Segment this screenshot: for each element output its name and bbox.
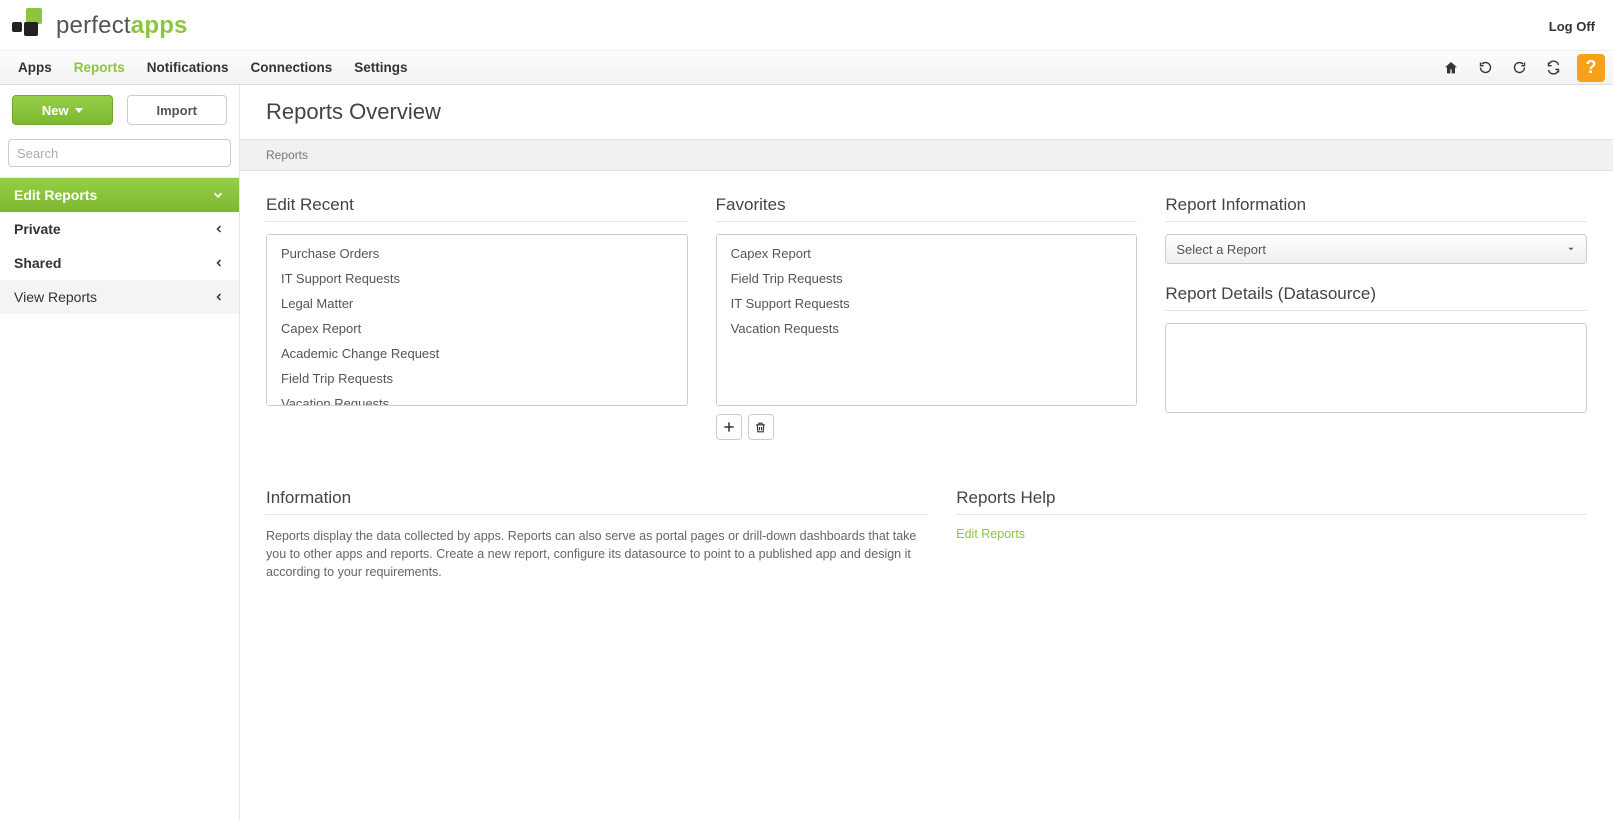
report-select-placeholder: Select a Report (1176, 242, 1266, 257)
chevron-left-icon (213, 223, 225, 235)
favorites-list[interactable]: Capex ReportField Trip RequestsIT Suppor… (716, 234, 1138, 406)
sidebar-item-label: Private (14, 221, 61, 237)
delete-favorite-button[interactable] (748, 414, 774, 440)
reports-help-heading: Reports Help (956, 488, 1587, 515)
chevron-down-icon (211, 188, 225, 202)
list-item[interactable]: Academic Change Request (267, 341, 687, 366)
logo-mark-icon (12, 8, 48, 44)
nav-item-connections[interactable]: Connections (241, 52, 343, 83)
sidebar-item-label: Edit Reports (14, 187, 97, 203)
search-input[interactable] (8, 139, 231, 167)
list-item[interactable]: Capex Report (267, 316, 687, 341)
edit-recent-panel: Edit Recent Purchase OrdersIT Support Re… (266, 195, 688, 440)
nav-bar: Apps Reports Notifications Connections S… (0, 51, 1613, 85)
caret-down-icon (1566, 244, 1576, 254)
logo: perfectapps (12, 8, 188, 44)
refresh-right-icon[interactable] (1503, 54, 1535, 82)
report-details-box (1165, 323, 1587, 413)
sidebar-item-label: Shared (14, 255, 61, 271)
list-item[interactable]: Purchase Orders (267, 241, 687, 266)
chevron-left-icon (213, 291, 225, 303)
reports-help-panel: Reports Help Edit Reports (956, 488, 1587, 581)
sidebar-item-edit-reports[interactable]: Edit Reports (0, 178, 239, 212)
top-header: perfectapps Log Off (0, 0, 1613, 51)
import-button-label: Import (157, 103, 197, 118)
list-item[interactable]: Field Trip Requests (717, 266, 1137, 291)
sidebar: New Import Edit Reports Private (0, 85, 240, 820)
edit-reports-link[interactable]: Edit Reports (956, 527, 1587, 541)
favorites-heading: Favorites (716, 195, 1138, 222)
nav-item-notifications[interactable]: Notifications (137, 52, 239, 83)
nav-item-settings[interactable]: Settings (344, 52, 417, 83)
sidebar-item-shared[interactable]: Shared (0, 246, 239, 280)
sidebar-item-view-reports[interactable]: View Reports (0, 280, 239, 314)
sync-icon[interactable] (1537, 54, 1569, 82)
logo-text-a: perfect (56, 12, 131, 39)
page-title: Reports Overview (240, 85, 1613, 139)
report-select[interactable]: Select a Report (1165, 234, 1587, 264)
edit-recent-heading: Edit Recent (266, 195, 688, 222)
caret-down-icon (75, 108, 83, 113)
sidebar-item-private[interactable]: Private (0, 212, 239, 246)
help-button[interactable]: ? (1577, 54, 1605, 82)
logoff-link[interactable]: Log Off (1549, 19, 1595, 34)
import-button[interactable]: Import (127, 95, 228, 125)
logo-text-b: apps (131, 12, 188, 39)
report-info-heading: Report Information (1165, 195, 1587, 222)
new-button-label: New (42, 103, 69, 118)
new-button[interactable]: New (12, 95, 113, 125)
edit-recent-list[interactable]: Purchase OrdersIT Support RequestsLegal … (266, 234, 688, 406)
report-info-panel: Report Information Select a Report Repor… (1165, 195, 1587, 440)
list-item[interactable]: Legal Matter (267, 291, 687, 316)
nav-item-reports[interactable]: Reports (64, 52, 135, 83)
chevron-left-icon (213, 257, 225, 269)
add-favorite-button[interactable] (716, 414, 742, 440)
list-item[interactable]: IT Support Requests (717, 291, 1137, 316)
information-text: Reports display the data collected by ap… (266, 527, 928, 581)
list-item[interactable]: Vacation Requests (267, 391, 687, 406)
list-item[interactable]: Vacation Requests (717, 316, 1137, 341)
nav-item-apps[interactable]: Apps (8, 52, 62, 83)
home-icon[interactable] (1435, 54, 1467, 82)
refresh-left-icon[interactable] (1469, 54, 1501, 82)
favorites-panel: Favorites Capex ReportField Trip Request… (716, 195, 1138, 440)
report-details-heading: Report Details (Datasource) (1165, 284, 1587, 311)
list-item[interactable]: Capex Report (717, 241, 1137, 266)
nav-left: Apps Reports Notifications Connections S… (8, 52, 418, 83)
nav-right: ? (1435, 54, 1605, 82)
information-panel: Information Reports display the data col… (266, 488, 928, 581)
main: Reports Overview Reports Edit Recent Pur… (240, 85, 1613, 820)
logo-text: perfectapps (56, 12, 188, 40)
information-heading: Information (266, 488, 928, 515)
list-item[interactable]: Field Trip Requests (267, 366, 687, 391)
sidebar-item-label: View Reports (14, 289, 97, 305)
breadcrumb: Reports (240, 139, 1613, 171)
list-item[interactable]: IT Support Requests (267, 266, 687, 291)
